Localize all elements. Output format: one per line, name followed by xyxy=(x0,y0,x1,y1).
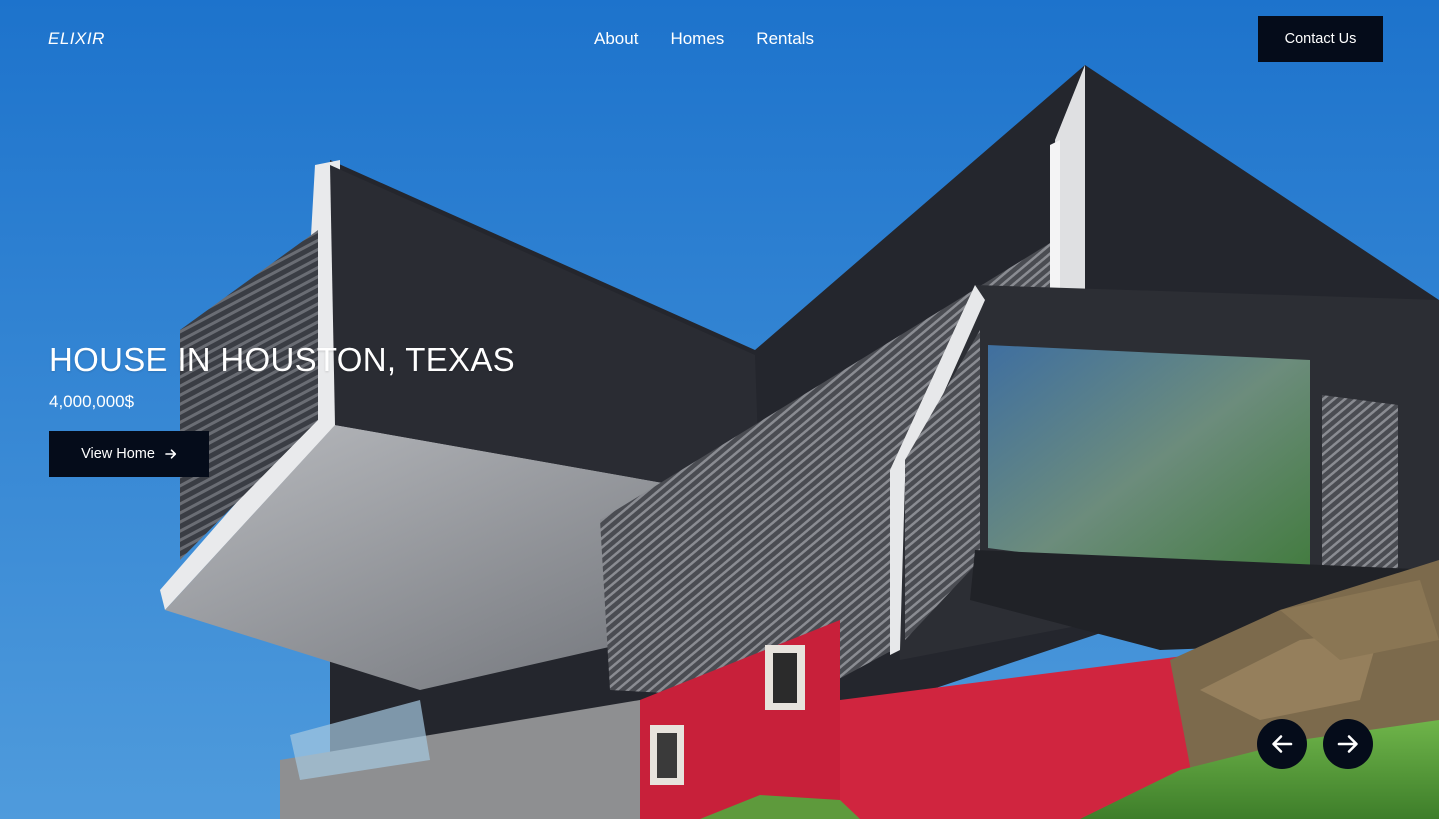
arrow-left-icon xyxy=(1270,732,1294,756)
hero-copy: HOUSE IN HOUSTON, TEXAS 4,000,000$ View … xyxy=(49,338,515,477)
nav-link-rentals[interactable]: Rentals xyxy=(756,29,814,49)
hero-section: ELIXIR About Homes Rentals Contact Us HO… xyxy=(0,0,1439,819)
hero-price: 4,000,000$ xyxy=(49,392,135,411)
arrow-right-icon xyxy=(1336,732,1360,756)
view-home-button[interactable]: View Home xyxy=(49,431,209,477)
main-nav: About Homes Rentals xyxy=(594,29,814,49)
nav-link-homes[interactable]: Homes xyxy=(670,29,724,49)
arrow-right-icon xyxy=(165,448,177,460)
slider-prev-button[interactable] xyxy=(1257,719,1307,769)
hero-title: HOUSE IN HOUSTON, TEXAS xyxy=(49,341,515,378)
site-logo[interactable]: ELIXIR xyxy=(48,29,105,49)
slider-next-button[interactable] xyxy=(1323,719,1373,769)
contact-us-button[interactable]: Contact Us xyxy=(1258,16,1383,62)
view-home-label: View Home xyxy=(81,446,155,462)
nav-link-about[interactable]: About xyxy=(594,29,638,49)
